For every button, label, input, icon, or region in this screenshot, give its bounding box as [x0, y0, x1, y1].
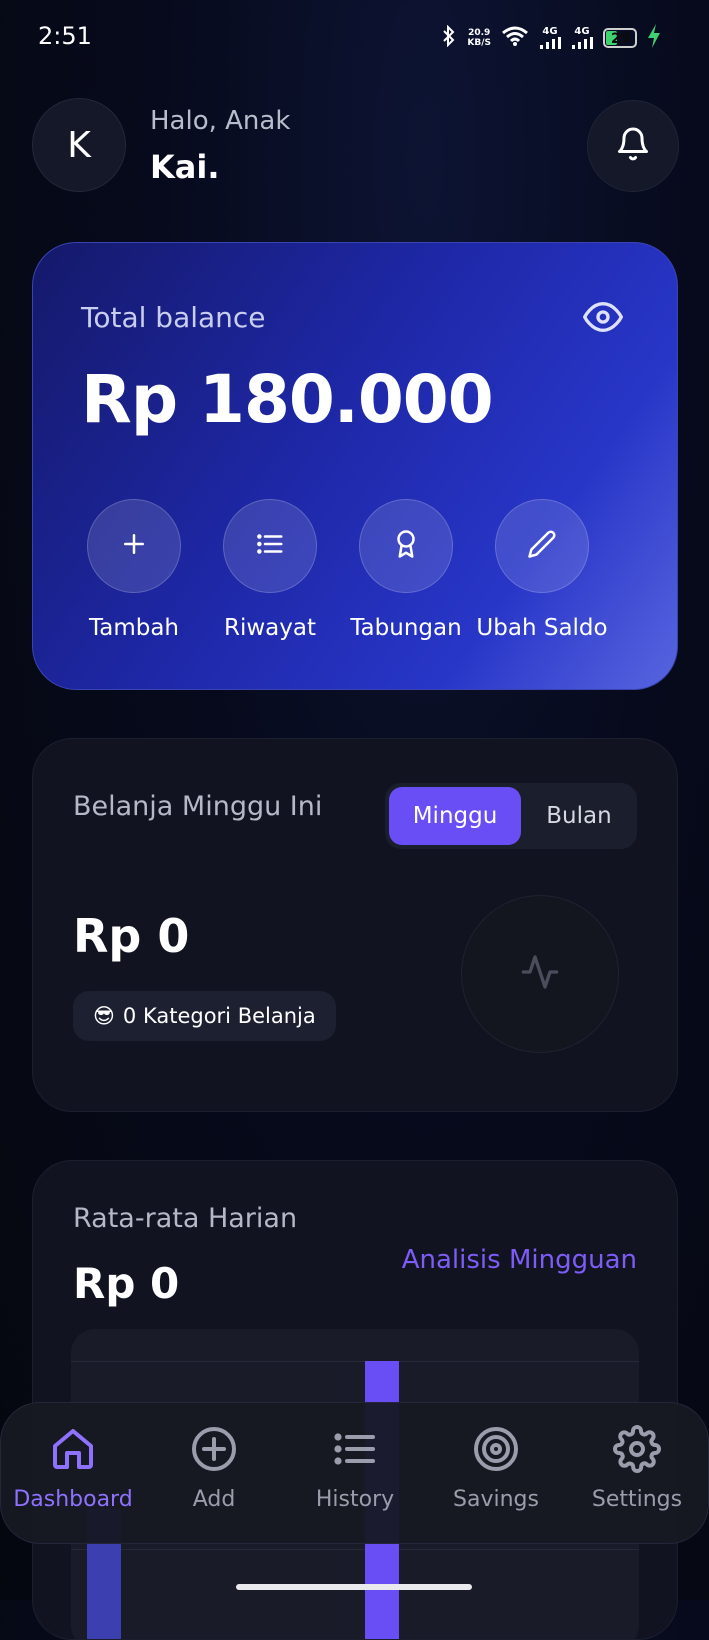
activity-icon — [520, 952, 560, 996]
bell-icon — [615, 126, 651, 166]
eye-icon — [583, 302, 623, 341]
action-tambah-button[interactable] — [87, 499, 181, 593]
bluetooth-icon — [441, 24, 457, 50]
nav-add[interactable]: Add — [144, 1425, 284, 1512]
chart-gridline — [71, 1549, 639, 1550]
award-icon — [391, 529, 421, 563]
weekly-spending-card: Belanja Minggu Ini Minggu Bulan Rp 0 😎 0… — [32, 738, 678, 1112]
action-label: Tabungan — [350, 615, 462, 641]
action-tabungan-button[interactable] — [359, 499, 453, 593]
daily-amount: Rp 0 — [73, 1259, 180, 1308]
plus-circle-icon — [190, 1425, 238, 1477]
weekly-analysis-link[interactable]: Analisis Mingguan — [402, 1245, 637, 1275]
charging-icon — [647, 24, 661, 51]
toggle-minggu[interactable]: Minggu — [389, 787, 521, 845]
battery-icon: 29 — [603, 27, 637, 48]
nav-settings[interactable]: Settings — [567, 1425, 707, 1512]
action-ubah-saldo-button[interactable] — [495, 499, 589, 593]
period-toggle: Minggu Bulan — [385, 783, 637, 849]
action-tambah[interactable]: Tambah — [69, 499, 199, 641]
nav-history[interactable]: History — [285, 1425, 425, 1512]
action-ubah-saldo[interactable]: Ubah Saldo — [476, 499, 608, 641]
gear-icon — [613, 1425, 661, 1477]
cell-signal-1: 4G — [539, 26, 561, 49]
greeting-text: Halo, Anak — [150, 106, 291, 136]
home-icon — [49, 1425, 97, 1477]
balance-card: Total balance Rp 180.000 Tambah Riwayat … — [32, 242, 678, 690]
sunglasses-emoji: 😎 — [93, 1004, 115, 1028]
status-time: 2:51 — [38, 22, 92, 50]
pencil-icon — [527, 529, 557, 563]
bottom-nav: Dashboard Add History Savings Settings — [0, 1402, 709, 1544]
action-label: Riwayat — [224, 615, 316, 641]
wifi-icon — [501, 25, 529, 50]
nav-savings[interactable]: Savings — [426, 1425, 566, 1512]
notification-button[interactable] — [587, 100, 679, 192]
cell-signal-2: 4G — [571, 26, 593, 49]
action-tabungan[interactable]: Tabungan — [341, 499, 471, 641]
list-icon — [255, 529, 285, 563]
balance-amount: Rp 180.000 — [81, 361, 494, 438]
avatar-initial: K — [67, 124, 91, 166]
list-icon — [331, 1425, 379, 1477]
status-icons: 20.9 KB/S 4G 4G 29 — [441, 24, 661, 51]
balance-label: Total balance — [81, 301, 266, 334]
category-chip-text: 0 Kategori Belanja — [122, 1004, 316, 1028]
network-speed: 20.9 KB/S — [467, 27, 491, 48]
action-label: Tambah — [88, 615, 179, 641]
avatar[interactable]: K — [32, 98, 126, 192]
nav-label: History — [315, 1487, 395, 1512]
action-label: Ubah Saldo — [476, 615, 608, 641]
status-bar: 2:51 20.9 KB/S 4G 4G 29 — [0, 0, 709, 76]
target-icon — [472, 1425, 520, 1477]
weekly-title: Belanja Minggu Ini — [73, 791, 323, 822]
activity-indicator — [461, 895, 619, 1053]
toggle-visibility-button[interactable] — [583, 297, 623, 341]
weekly-amount: Rp 0 — [73, 909, 190, 963]
action-riwayat[interactable]: Riwayat — [205, 499, 335, 641]
daily-title: Rata-rata Harian — [73, 1203, 298, 1234]
chart-gridline — [71, 1361, 639, 1362]
category-chip: 😎 0 Kategori Belanja — [73, 991, 336, 1041]
home-indicator[interactable] — [236, 1584, 472, 1590]
action-riwayat-button[interactable] — [223, 499, 317, 593]
user-name: Kai. — [150, 148, 220, 186]
nav-dashboard[interactable]: Dashboard — [3, 1425, 143, 1512]
nav-label: Settings — [591, 1487, 683, 1512]
toggle-bulan[interactable]: Bulan — [521, 787, 637, 845]
plus-icon — [119, 529, 149, 563]
nav-label: Savings — [453, 1487, 539, 1512]
daily-average-card: Rata-rata Harian Rp 0 Analisis Mingguan — [32, 1160, 678, 1640]
nav-label: Add — [192, 1487, 236, 1512]
nav-label: Dashboard — [13, 1487, 133, 1512]
